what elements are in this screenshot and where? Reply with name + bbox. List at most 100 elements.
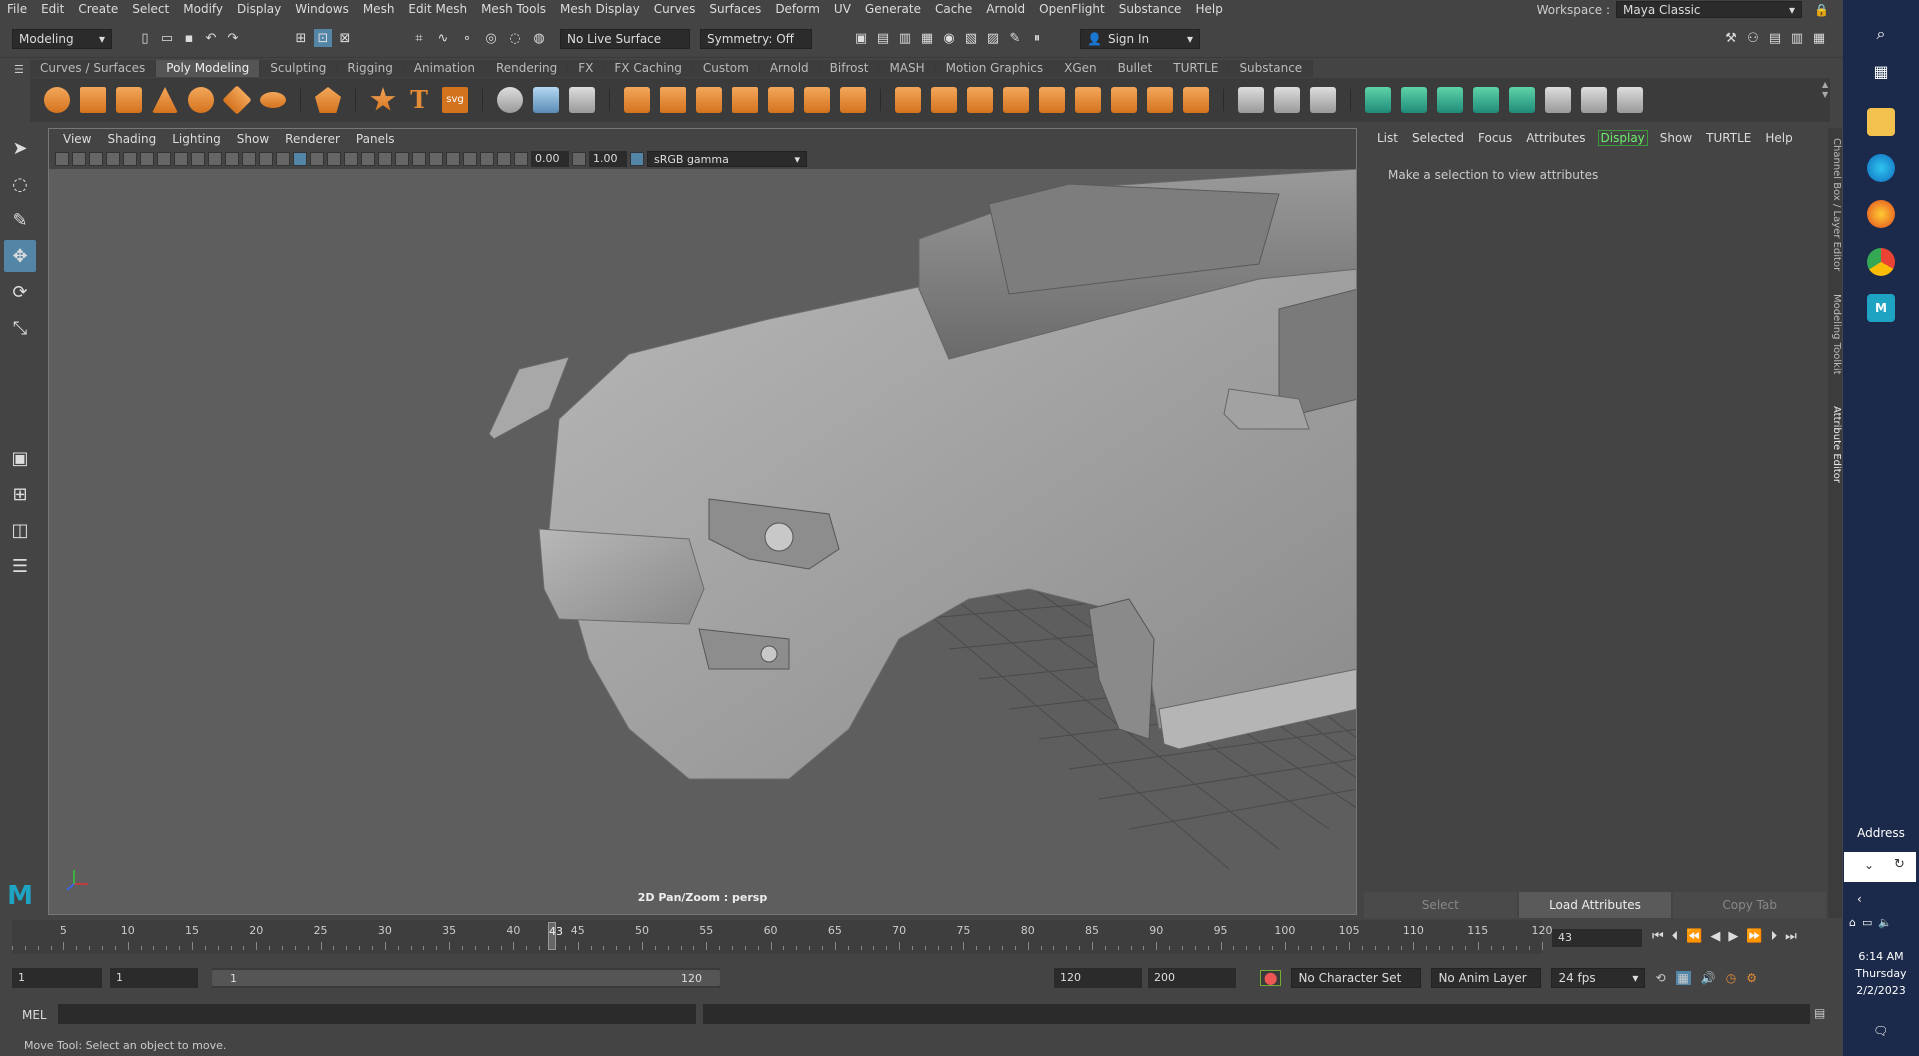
- modeling-toolkit-icon[interactable]: ⚒: [1722, 29, 1740, 47]
- anim-layer-dropdown[interactable]: No Anim Layer: [1431, 968, 1542, 988]
- menu-openflight[interactable]: OpenFlight: [1032, 2, 1112, 16]
- tab-attribute-editor[interactable]: Attribute Editor: [1828, 406, 1842, 483]
- single-perspective-icon[interactable]: ▣: [4, 442, 36, 474]
- cache-playback-icon[interactable]: ▦: [1675, 971, 1691, 985]
- viewport-menu-show[interactable]: Show: [229, 132, 277, 146]
- playback-speed-icon[interactable]: ◷: [1726, 971, 1736, 985]
- tab-channel-box[interactable]: Channel Box / Layer Editor: [1828, 138, 1842, 271]
- fill-hole-icon[interactable]: [840, 87, 866, 113]
- shelf-tab-animation[interactable]: Animation: [403, 60, 486, 77]
- unfold-icon[interactable]: [1509, 87, 1535, 113]
- go-to-end-icon[interactable]: ⏭: [1785, 929, 1797, 944]
- four-view-icon[interactable]: ⊞: [4, 478, 36, 510]
- loop-icon[interactable]: ⟲: [1655, 971, 1665, 985]
- step-back-frame-icon[interactable]: ⏴: [1672, 929, 1679, 944]
- snap-point-icon[interactable]: ∘: [458, 29, 476, 47]
- menu-deform[interactable]: Deform: [768, 2, 827, 16]
- offset-edge-loop-icon[interactable]: [967, 87, 993, 113]
- multi-cut-icon[interactable]: [895, 87, 921, 113]
- shelf-tab-sculpting[interactable]: Sculpting: [260, 60, 338, 77]
- attr-menu-turtle[interactable]: TURTLE: [1699, 131, 1758, 145]
- live-surface-field[interactable]: No Live Surface: [560, 29, 690, 49]
- battery-icon[interactable]: ▭: [1862, 916, 1872, 929]
- go-to-start-icon[interactable]: ⏮: [1652, 929, 1664, 944]
- persp-outliner-icon[interactable]: ◫: [4, 514, 36, 546]
- snap-surface-icon[interactable]: ◌: [506, 29, 524, 47]
- menu-mesh-display[interactable]: Mesh Display: [553, 2, 647, 16]
- shadows-icon[interactable]: [378, 152, 392, 166]
- sculpt-brush-icon[interactable]: [1238, 87, 1264, 113]
- current-time-marker[interactable]: 43: [548, 922, 563, 950]
- arnold-render-icon[interactable]: ▧: [962, 29, 980, 47]
- edge-icon[interactable]: [1867, 154, 1895, 182]
- snap-grid-icon[interactable]: ⌗: [410, 29, 428, 47]
- shelf-tab-custom[interactable]: Custom: [692, 60, 760, 77]
- xray-joints-icon[interactable]: [480, 152, 494, 166]
- clock[interactable]: 6:14 AM Thursday 2/2/2023: [1843, 948, 1919, 999]
- menu-edit-mesh[interactable]: Edit Mesh: [401, 2, 474, 16]
- shelf-tab-bullet[interactable]: Bullet: [1107, 60, 1164, 77]
- render-view-icon[interactable]: ▣: [852, 29, 870, 47]
- mirror-icon[interactable]: [732, 87, 758, 113]
- symmetry-dropdown[interactable]: Symmetry: Off: [700, 29, 812, 49]
- open-scene-icon[interactable]: ▭: [158, 29, 176, 47]
- mel-label[interactable]: MEL: [22, 1008, 47, 1022]
- anti-aliasing-icon[interactable]: [429, 152, 443, 166]
- menu-cache[interactable]: Cache: [928, 2, 979, 16]
- channel-box-icon[interactable]: ▦: [1810, 29, 1828, 47]
- menu-curves[interactable]: Curves: [647, 2, 703, 16]
- search-icon[interactable]: ⌕: [1867, 24, 1895, 52]
- poly-plane-icon[interactable]: [222, 85, 252, 115]
- field-chart-icon[interactable]: [225, 152, 239, 166]
- auto-key-icon[interactable]: ⬤: [1260, 970, 1282, 986]
- viewport-menu-lighting[interactable]: Lighting: [164, 132, 229, 146]
- viewport-menu-view[interactable]: View: [55, 132, 99, 146]
- copy-tab-button[interactable]: Copy Tab: [1673, 892, 1827, 918]
- bridge-icon[interactable]: [696, 87, 722, 113]
- insert-edge-loop-icon[interactable]: [931, 87, 957, 113]
- merge-icon[interactable]: [1039, 87, 1065, 113]
- wedge-icon[interactable]: [1183, 87, 1209, 113]
- address-box[interactable]: ⌄ ↻: [1844, 852, 1916, 882]
- menu-uv[interactable]: UV: [827, 2, 858, 16]
- menuset-dropdown[interactable]: Modeling ▾: [12, 29, 112, 49]
- viewport-menu-renderer[interactable]: Renderer: [277, 132, 348, 146]
- playback-start-field[interactable]: 1: [110, 968, 198, 988]
- snap-live-icon[interactable]: ◍: [530, 29, 548, 47]
- snap-curve-icon[interactable]: ∿: [434, 29, 452, 47]
- connect-icon[interactable]: [1075, 87, 1101, 113]
- menu-help[interactable]: Help: [1188, 2, 1229, 16]
- animation-start-field[interactable]: 1: [12, 968, 102, 988]
- play-forwards-icon[interactable]: ▶: [1728, 929, 1738, 944]
- image-plane-icon[interactable]: [106, 152, 120, 166]
- step-back-key-icon[interactable]: ⏪: [1686, 929, 1702, 944]
- select-component-icon[interactable]: ⊠: [336, 29, 354, 47]
- file-explorer-icon[interactable]: [1867, 108, 1895, 136]
- shelf-menu-icon[interactable]: ☰: [14, 62, 24, 76]
- firefox-icon[interactable]: [1867, 200, 1895, 228]
- cylindrical-map-icon[interactable]: [1401, 87, 1427, 113]
- auto-map-icon[interactable]: [1473, 87, 1499, 113]
- hypershade-icon[interactable]: ◉: [940, 29, 958, 47]
- isolate-select-icon[interactable]: [463, 152, 477, 166]
- poly-sphere-icon[interactable]: [44, 87, 70, 113]
- shelf-tab-mash[interactable]: MASH: [879, 60, 936, 77]
- bevel-icon[interactable]: [804, 87, 830, 113]
- chrome-icon[interactable]: [1867, 248, 1895, 276]
- safe-action-icon[interactable]: [242, 152, 256, 166]
- bookmark-icon[interactable]: [89, 152, 103, 166]
- network-icon[interactable]: ⌂: [1849, 916, 1856, 929]
- current-frame-field[interactable]: 43: [1552, 929, 1642, 947]
- poly-cube-icon[interactable]: [80, 87, 106, 113]
- pause-icon[interactable]: ⏸: [1028, 29, 1046, 47]
- task-view-icon[interactable]: ▦: [1867, 62, 1895, 90]
- menu-surfaces[interactable]: Surfaces: [702, 2, 768, 16]
- menu-windows[interactable]: Windows: [288, 2, 356, 16]
- booleans-icon[interactable]: [660, 87, 686, 113]
- xray-active-icon[interactable]: [497, 152, 511, 166]
- shelf-tab-rigging[interactable]: Rigging: [337, 60, 404, 77]
- ambient-occlusion-icon[interactable]: [395, 152, 409, 166]
- notifications-icon[interactable]: 🗨: [1873, 1024, 1888, 1038]
- redo-icon[interactable]: ↷: [224, 29, 242, 47]
- chevron-down-icon[interactable]: ⌄: [1864, 858, 1874, 872]
